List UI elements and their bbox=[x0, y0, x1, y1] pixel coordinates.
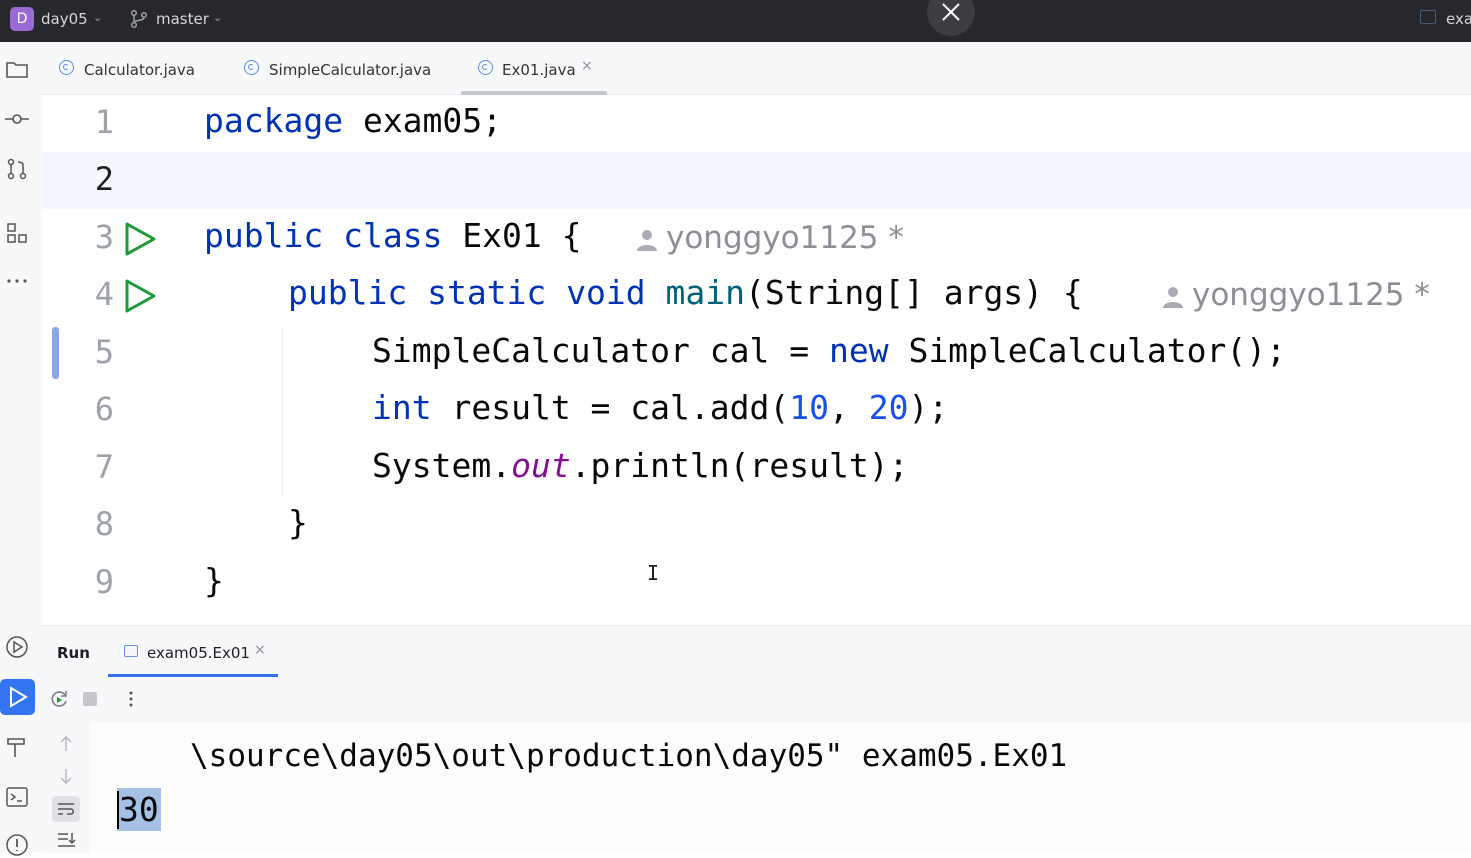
person-icon bbox=[637, 229, 657, 251]
line-number: 8 bbox=[94, 505, 114, 543]
code-line[interactable]: 8 } bbox=[42, 497, 1471, 554]
run-tool-window: Run exam05.Ex01 × \source\day05\out\prod… bbox=[42, 625, 1471, 853]
code-text: int result = cal.add(10, 20); bbox=[372, 388, 949, 427]
code-line[interactable]: 7 System.out.println(result); bbox=[42, 440, 1471, 497]
line-number: 1 bbox=[94, 103, 114, 141]
author-hint[interactable]: yonggyo1125 * bbox=[634, 220, 904, 256]
console-output[interactable]: \source\day05\out\production\day05" exam… bbox=[90, 722, 1471, 853]
tab-run-config[interactable]: exam05.Ex01 × bbox=[108, 626, 278, 678]
scroll-to-end-icon[interactable] bbox=[56, 830, 76, 850]
code-line[interactable]: 5 SimpleCalculator cal = new SimpleCalcu… bbox=[42, 325, 1471, 382]
services-icon[interactable] bbox=[4, 634, 30, 660]
code-text: public static void main(String[] args) { bbox=[288, 273, 1103, 312]
project-badge[interactable]: D bbox=[10, 7, 34, 31]
right-title-text[interactable]: exa bbox=[1446, 10, 1471, 28]
chevron-down-icon[interactable]: ⌄ bbox=[213, 11, 222, 24]
code-line[interactable]: 9 } bbox=[42, 555, 1471, 612]
code-text: } bbox=[204, 561, 224, 600]
soft-wrap-button[interactable] bbox=[52, 796, 80, 822]
author-hint[interactable]: yonggyo1125 * bbox=[1160, 277, 1430, 313]
run-gutter-icon[interactable] bbox=[122, 278, 158, 314]
run-toolbar bbox=[42, 678, 1471, 722]
class-icon bbox=[59, 60, 74, 75]
tab-calculator-java[interactable]: Calculator.java bbox=[42, 42, 222, 94]
more-vertical-icon[interactable] bbox=[124, 688, 138, 710]
person-icon bbox=[1163, 286, 1183, 308]
arrow-up-icon[interactable] bbox=[56, 734, 76, 754]
structure-icon[interactable] bbox=[4, 220, 30, 246]
run-tool-button[interactable] bbox=[0, 679, 35, 715]
editor-tab-bar: Calculator.java SimpleCalculator.java Ex… bbox=[42, 42, 1471, 95]
tab-close-button[interactable]: × bbox=[581, 58, 593, 74]
mouse-cursor-icon: I bbox=[647, 561, 660, 585]
soft-wrap-icon bbox=[58, 803, 74, 815]
code-line[interactable]: 1 package exam05; bbox=[42, 95, 1471, 152]
line-number: 5 bbox=[94, 333, 114, 371]
window-icon[interactable] bbox=[1420, 10, 1436, 24]
chevron-down-icon[interactable]: ⌄ bbox=[93, 11, 102, 24]
console-output-value[interactable]: 30 bbox=[117, 788, 161, 831]
code-text: SimpleCalculator cal = new SimpleCalcula… bbox=[372, 331, 1286, 370]
project-name[interactable]: day05 bbox=[41, 10, 88, 28]
code-line-current[interactable]: 2 bbox=[42, 152, 1471, 209]
line-number: 6 bbox=[94, 390, 114, 428]
code-line[interactable]: 6 int result = cal.add(10, 20); bbox=[42, 382, 1471, 439]
line-number: 4 bbox=[94, 275, 114, 313]
arrow-down-icon[interactable] bbox=[56, 766, 76, 786]
console-command-line: \source\day05\out\production\day05" exam… bbox=[190, 738, 1068, 774]
code-text: } bbox=[288, 503, 308, 542]
tab-ex01-java[interactable]: Ex01.java × bbox=[461, 42, 607, 95]
run-tab-close-button[interactable]: × bbox=[254, 642, 266, 658]
code-line[interactable]: 3 public class Ex01 { yonggyo1125 * bbox=[42, 210, 1471, 267]
class-icon bbox=[478, 60, 493, 75]
tab-label: Calculator.java bbox=[84, 61, 195, 79]
code-text: package exam05; bbox=[204, 101, 503, 140]
title-bar: D day05 ⌄ master ⌄ exa bbox=[0, 0, 1471, 42]
commit-icon[interactable] bbox=[4, 106, 30, 132]
line-number: 2 bbox=[94, 160, 114, 198]
code-text: System.out.println(result); bbox=[372, 446, 909, 485]
branch-name[interactable]: master bbox=[156, 10, 209, 28]
terminal-icon[interactable] bbox=[4, 784, 30, 810]
problems-icon[interactable] bbox=[4, 832, 30, 858]
stop-icon[interactable] bbox=[82, 691, 98, 707]
tab-simplecalculator-java[interactable]: SimpleCalculator.java bbox=[227, 42, 447, 94]
branch-icon bbox=[130, 9, 148, 29]
code-editor[interactable]: 1 package exam05; 2 3 public class Ex01 … bbox=[42, 95, 1471, 625]
tab-label: Ex01.java bbox=[502, 61, 576, 79]
run-icon bbox=[10, 686, 28, 708]
active-tab-indicator bbox=[108, 674, 278, 677]
tab-label: SimpleCalculator.java bbox=[269, 61, 432, 79]
line-number: 9 bbox=[94, 563, 114, 601]
run-config-label: exam05.Ex01 bbox=[147, 644, 250, 662]
more-icon[interactable] bbox=[4, 268, 30, 294]
hammer-icon[interactable] bbox=[4, 734, 30, 760]
close-overlay-button[interactable] bbox=[927, 0, 975, 36]
rerun-icon[interactable] bbox=[48, 688, 70, 710]
folder-icon[interactable] bbox=[4, 56, 30, 82]
run-panel-title: Run bbox=[57, 644, 90, 662]
console-icon bbox=[124, 645, 138, 657]
line-number: 3 bbox=[94, 218, 114, 256]
line-number: 7 bbox=[94, 448, 114, 486]
code-line[interactable]: 4 public static void main(String[] args)… bbox=[42, 267, 1471, 324]
left-tool-strip bbox=[0, 42, 43, 856]
code-text: public class Ex01 { bbox=[204, 216, 602, 255]
pull-request-icon[interactable] bbox=[4, 156, 30, 182]
console-side-toolbar bbox=[42, 722, 90, 853]
close-icon bbox=[942, 3, 960, 21]
run-gutter-icon[interactable] bbox=[122, 221, 158, 257]
class-icon bbox=[244, 60, 259, 75]
